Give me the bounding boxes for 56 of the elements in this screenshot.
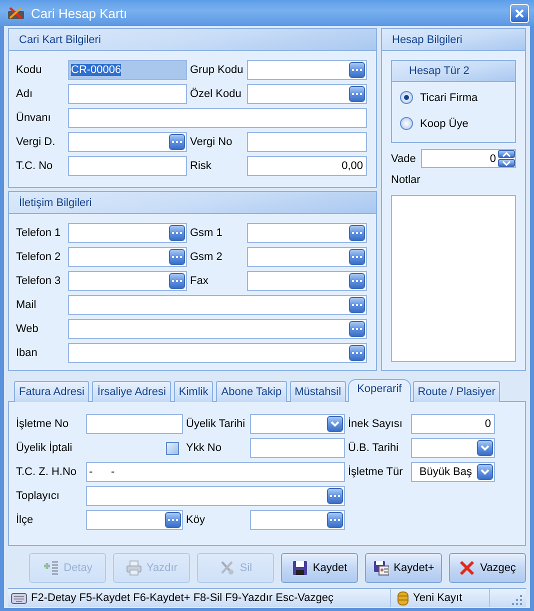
- field-label: Iban: [16, 347, 38, 359]
- field-label: İlçe: [16, 514, 34, 526]
- record-state: Yeni Kayıt: [413, 592, 462, 604]
- group-title: Hesap Bilgileri: [392, 34, 462, 46]
- field-label: Telefon 3: [16, 275, 61, 287]
- tab[interactable]: Müstahsil: [290, 381, 346, 402]
- field-label: Telefon 2: [16, 251, 61, 263]
- field-label: Grup Kodu: [190, 64, 244, 76]
- field-label: Özel Kodu: [190, 88, 242, 100]
- action-button[interactable]: Kaydet+: [365, 553, 442, 583]
- field-label: Mail: [16, 299, 36, 311]
- field-label: Risk: [190, 160, 212, 172]
- number-field[interactable]: 0,00: [247, 156, 367, 176]
- field-label: İşletme No: [16, 418, 69, 430]
- number-field[interactable]: 0: [411, 414, 495, 434]
- field-label: T.C. Z. H.No: [16, 466, 77, 478]
- field-label: Kodu: [16, 64, 42, 76]
- field-label: Telefon 1: [16, 227, 61, 239]
- field-label: Notlar: [391, 174, 422, 186]
- field-label: İnek Sayısı: [348, 418, 402, 430]
- input-field[interactable]: CR-00006: [68, 60, 187, 80]
- action-button[interactable]: Kaydet: [281, 553, 358, 583]
- radio-label: Ticari Firma: [420, 92, 478, 104]
- dropdown-field[interactable]: Büyük Baş: [411, 462, 495, 482]
- action-button[interactable]: Vazgeç: [449, 553, 526, 583]
- input-field[interactable]: - -: [86, 462, 345, 482]
- field-label: Fax: [190, 275, 208, 287]
- tab[interactable]: Abone Takip: [216, 381, 287, 402]
- tab[interactable]: Koperarif: [348, 379, 411, 402]
- field-label: İşletme Tür: [348, 466, 403, 478]
- field-label: Adı: [16, 88, 33, 100]
- window-title: Cari Hesap Kartı: [31, 6, 128, 20]
- field-label: Köy: [186, 514, 205, 526]
- field-label: Gsm 1: [190, 227, 222, 239]
- field-label: Vergi D.: [16, 136, 56, 148]
- tab[interactable]: Fatura Adresi: [14, 381, 90, 402]
- group-title: İletişim Bilgileri: [19, 196, 92, 208]
- radio-label: Koop Üye: [420, 118, 468, 130]
- field-label: Ünvanı: [16, 112, 51, 124]
- field-label: Ü.B. Tarihi: [348, 442, 399, 454]
- group-title: Cari Kart Bilgileri: [19, 34, 101, 46]
- field-label: Ykk No: [186, 442, 222, 454]
- field-label: Vergi No: [190, 136, 232, 148]
- field-label: Üyelik İptali: [16, 442, 72, 454]
- group-title: Hesap Tür 2: [409, 65, 470, 77]
- field-label: Gsm 2: [190, 251, 222, 263]
- field-label: Web: [16, 323, 38, 335]
- field-label: T.C. No: [16, 160, 53, 172]
- field-label: Üyelik Tarihi: [186, 418, 246, 430]
- field-label: Vade: [391, 152, 417, 164]
- field-label: Toplayıcı: [16, 490, 60, 502]
- shortcut-hint: F2-Detay F5-Kaydet F6-Kaydet+ F8-Sil F9-Yazdır Esc-Vazgeç: [31, 592, 334, 604]
- tab[interactable]: Kimlik: [174, 381, 214, 402]
- spin-field[interactable]: 0: [421, 149, 516, 168]
- tab[interactable]: Route / Plasiyer: [412, 381, 500, 402]
- tab[interactable]: İrsaliye Adresi: [92, 381, 171, 402]
